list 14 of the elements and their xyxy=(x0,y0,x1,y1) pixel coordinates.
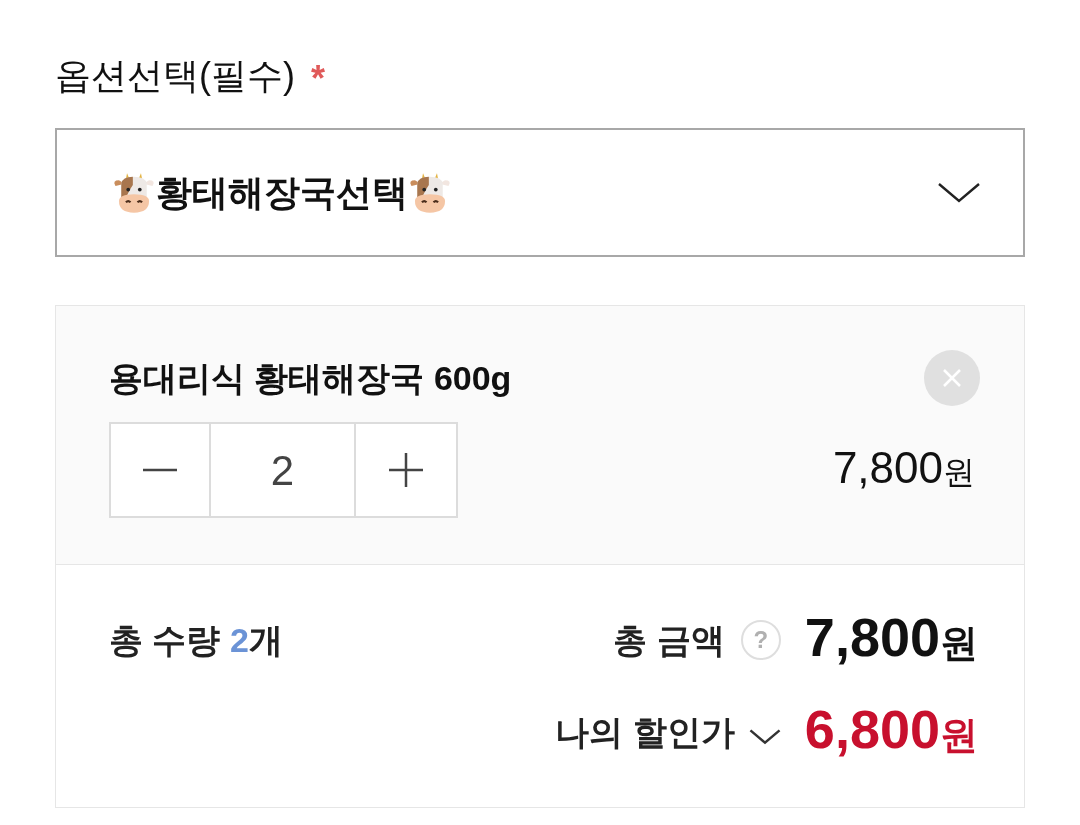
total-amount-label: 총 금액 xyxy=(613,620,725,661)
total-amount: 7,800원 xyxy=(804,606,978,669)
option-price: 7,800원 xyxy=(832,442,975,494)
discount-toggle[interactable]: 나의 할인가 xyxy=(555,710,781,754)
option-name: 용대리식 황태해장국 600g xyxy=(109,358,512,399)
option-select[interactable]: 황태해장국선택 xyxy=(55,128,1025,257)
discount-amount: 6,800원 xyxy=(804,698,978,761)
remove-button[interactable] xyxy=(924,350,980,406)
minus-icon xyxy=(143,468,177,472)
total-quantity: 총 수량 2개 xyxy=(109,620,283,661)
close-icon xyxy=(924,350,980,406)
option-field-label: 옵션선택(필수) xyxy=(55,54,295,98)
required-mark: * xyxy=(311,57,325,101)
plus-icon xyxy=(389,453,423,487)
